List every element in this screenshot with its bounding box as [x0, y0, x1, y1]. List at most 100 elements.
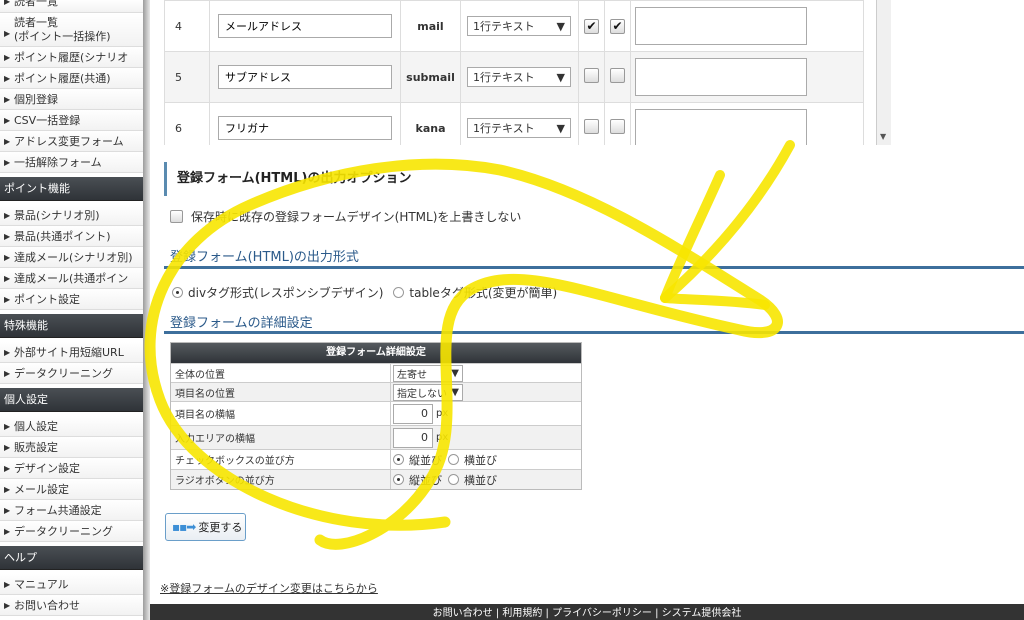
field-name-input[interactable] — [218, 14, 392, 38]
chevron-down-icon: ▼ — [556, 70, 565, 84]
sidebar-item[interactable]: ▶ ポイント設定 — [0, 289, 143, 310]
design-change-link[interactable]: ※登録フォームのデザイン変更はこちらから — [160, 580, 378, 596]
field-enable-checkbox[interactable] — [584, 119, 599, 134]
sidebar-item[interactable]: ▶ CSV一括登録 — [0, 110, 143, 131]
sidebar-item[interactable]: ▶ 外部サイト用短縮URL — [0, 342, 143, 363]
detail-table-header: 登録フォーム詳細設定 — [171, 343, 581, 363]
sidebar-item-label: メール設定 — [14, 483, 69, 496]
field-number: 5 — [164, 51, 210, 103]
field-required-checkbox[interactable] — [610, 68, 625, 83]
sidebar-item-label: ポイント履歴(シナリオ別) — [14, 51, 129, 64]
sidebar-item-label: データクリーニング — [14, 367, 113, 380]
detail-row-item-position: 項目名の位置 指定しない ▼ — [171, 382, 581, 401]
checkbox-horizontal-radio[interactable] — [448, 454, 459, 465]
sidebar-item[interactable]: ▶ 達成メール(シナリオ別) — [0, 247, 143, 268]
sidebar-item[interactable]: ▶ マニュアル — [0, 574, 143, 595]
field-name-input[interactable] — [218, 116, 392, 140]
field-key: kana — [400, 102, 461, 145]
caret-right-icon: ▶ — [4, 116, 11, 125]
sidebar-item[interactable]: ▶ メール設定 — [0, 479, 143, 500]
position-select[interactable]: 左寄せ ▼ — [393, 364, 463, 382]
sidebar-item-label: 個別登録 — [14, 93, 58, 106]
overwrite-checkbox[interactable] — [170, 210, 183, 223]
field-note-textarea[interactable] — [635, 109, 807, 145]
sidebar-item[interactable]: ▶ デザイン設定 — [0, 458, 143, 479]
radio-horizontal-radio[interactable] — [448, 474, 459, 485]
submit-label: 変更する — [198, 521, 243, 534]
sidebar-item[interactable]: ▶達成メール(共通ポイント) — [0, 268, 143, 289]
sidebar-item[interactable]: ▶ 個人設定 — [0, 416, 143, 437]
caret-right-icon: ▶ — [4, 295, 11, 304]
sidebar-item[interactable]: ▶ 景品(共通ポイント) — [0, 226, 143, 247]
checkbox-vertical-option[interactable]: 縦並び — [393, 452, 442, 468]
sidebar-item-label: 一括解除フォーム — [14, 156, 102, 169]
field-name-input[interactable] — [218, 65, 392, 89]
sidebar-item[interactable]: ▶ 読者一覧 (ポイント一括操作) — [0, 13, 143, 47]
input-width-input[interactable]: 0 — [393, 427, 433, 448]
checkbox-horizontal-label: 横並び — [464, 453, 497, 467]
checkbox-vertical-radio[interactable] — [393, 454, 404, 465]
sidebar-item[interactable]: ▶ 一括解除フォーム — [0, 152, 143, 173]
sidebar-item-label: 外部サイト用短縮URL — [14, 346, 124, 359]
format-divider — [164, 266, 1024, 269]
sidebar-section-header: 特殊機能 — [0, 314, 143, 338]
field-number: 6 — [164, 102, 210, 145]
format-heading: 登録フォーム(HTML)の出力形式 — [170, 250, 359, 265]
field-required-checkbox[interactable] — [610, 119, 625, 134]
arrow-right-icon: ▪▪➡ — [172, 520, 196, 534]
field-required-checkbox[interactable]: ✔ — [610, 18, 625, 34]
item-position-label: 項目名の位置 — [171, 383, 391, 401]
radio-vertical-option[interactable]: 縦並び — [393, 472, 442, 488]
field-type-value: 1行テキスト — [473, 20, 535, 33]
field-note-textarea[interactable] — [635, 58, 807, 96]
radio-horizontal-option[interactable]: 横並び — [448, 472, 497, 488]
field-type-select[interactable]: 1行テキスト ▼ — [467, 16, 571, 36]
sidebar-item-label: 読者一覧 — [14, 0, 58, 8]
field-number: 4 — [164, 0, 210, 52]
sidebar-item[interactable]: ▶ 読者一覧 — [0, 0, 143, 13]
checkbox-horizontal-option[interactable]: 横並び — [448, 452, 497, 468]
format-table-radio[interactable] — [393, 287, 405, 298]
format-div-radio[interactable] — [172, 287, 183, 298]
field-type-select[interactable]: 1行テキスト ▼ — [467, 118, 571, 138]
checkbox-vertical-label: 縦並び — [409, 453, 442, 467]
footer: お問い合わせ | 利用規約 | プライバシーポリシー | システム提供会社 — [150, 604, 1024, 620]
sidebar-item[interactable]: ▶ データクリーニング — [0, 521, 143, 542]
overwrite-label: 保存時に既存の登録フォームデザイン(HTML)を上書きしない — [191, 210, 522, 224]
caret-right-icon: ▶ — [4, 369, 11, 378]
sidebar-item-label: お問い合わせ — [14, 599, 80, 612]
caret-right-icon: ▶ — [4, 274, 11, 283]
sidebar-item-label: アドレス変更フォーム — [14, 135, 124, 148]
field-enable-checkbox[interactable] — [584, 68, 599, 83]
field-note-textarea[interactable] — [635, 7, 807, 45]
scrollbar[interactable]: ▼ — [877, 0, 891, 145]
sidebar-item[interactable]: ▶ ポイント履歴(共通) — [0, 68, 143, 89]
sidebar-item-label: 景品(シナリオ別) — [14, 209, 100, 222]
chevron-down-icon: ▼ — [451, 367, 459, 379]
sidebar-item[interactable]: ▶ 景品(シナリオ別) — [0, 205, 143, 226]
caret-right-icon: ▶ — [4, 232, 11, 241]
field-enable-checkbox[interactable]: ✔ — [584, 18, 599, 34]
radio-vertical-radio[interactable] — [393, 474, 404, 485]
detail-settings-table: 登録フォーム詳細設定 全体の位置 左寄せ ▼ 項目名の位置 指定しない ▼ 項目名の… — [170, 342, 582, 490]
submit-button[interactable]: ▪▪➡ 変更する — [165, 513, 246, 541]
sidebar-item[interactable]: ▶ フォーム共通設定 — [0, 500, 143, 521]
sidebar-item[interactable]: ▶ 販売設定 — [0, 437, 143, 458]
sidebar-item[interactable]: ▶ データクリーニング — [0, 363, 143, 384]
field-type-select[interactable]: 1行テキスト ▼ — [467, 67, 571, 87]
format-table-option[interactable]: tableタグ形式(変更が簡単) — [393, 284, 557, 301]
overwrite-option[interactable]: 保存時に既存の登録フォームデザイン(HTML)を上書きしない — [170, 208, 521, 225]
item-width-input[interactable]: 0 — [393, 403, 433, 424]
sidebar-item[interactable]: ▶ アドレス変更フォーム — [0, 131, 143, 152]
item-position-select[interactable]: 指定しない ▼ — [393, 383, 463, 401]
format-div-option[interactable]: divタグ形式(レスポンシブデザイン) — [172, 284, 383, 301]
sidebar-item[interactable]: ▶ポイント履歴(シナリオ別) — [0, 47, 143, 68]
sidebar-item[interactable]: ▶ 個別登録 — [0, 89, 143, 110]
field-key: mail — [400, 0, 461, 52]
field-row: 6 kana 1行テキスト ▼ — [164, 102, 864, 145]
scroll-down-icon[interactable]: ▼ — [880, 132, 886, 141]
sidebar-section-header: ポイント機能 — [0, 177, 143, 201]
sidebar-item-label: データクリーニング — [14, 525, 113, 538]
caret-right-icon: ▶ — [4, 29, 11, 38]
sidebar-item[interactable]: ▶ お問い合わせ — [0, 595, 143, 616]
